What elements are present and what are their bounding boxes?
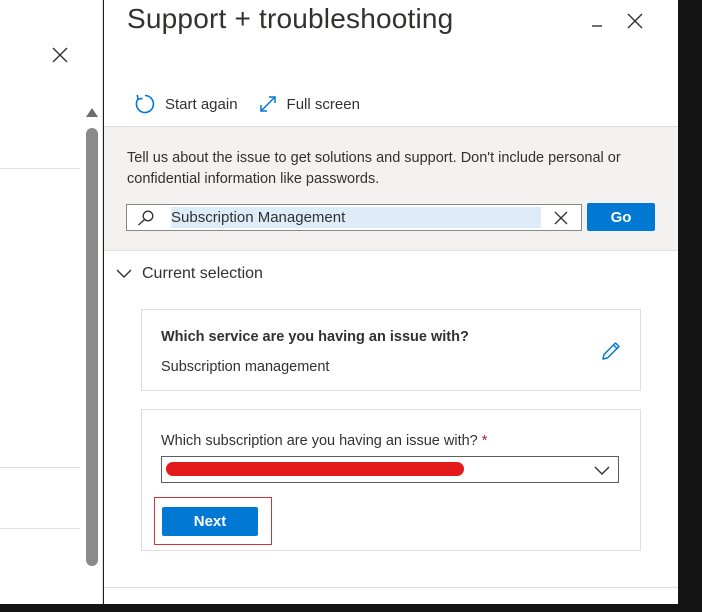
close-icon[interactable] <box>50 45 70 65</box>
toolbar: Start again Full screen <box>134 90 380 118</box>
support-panel: Support + troubleshooting Start again Fu… <box>104 0 678 604</box>
subscription-question-text: Which subscription are you having an iss… <box>161 433 478 449</box>
window-edge <box>0 604 702 612</box>
service-question: Which service are you having an issue wi… <box>161 329 469 345</box>
required-marker: * <box>481 433 488 449</box>
chevron-down-icon <box>116 269 132 278</box>
next-button[interactable]: Next <box>162 507 258 536</box>
start-again-button[interactable]: Start again <box>134 93 238 115</box>
full-screen-button[interactable]: Full screen <box>258 94 360 114</box>
section-title: Current selection <box>142 265 263 282</box>
full-screen-label: Full screen <box>286 95 360 113</box>
redaction-mark <box>166 462 464 476</box>
window-edge <box>678 0 702 612</box>
search-icon <box>138 210 154 226</box>
subscription-dropdown[interactable] <box>161 456 619 483</box>
edit-pencil-icon[interactable] <box>600 340 622 362</box>
service-card: Which service are you having an issue wi… <box>141 309 641 391</box>
current-selection-toggle[interactable]: Current selection <box>116 262 263 286</box>
subscription-card: Which subscription are you having an iss… <box>141 409 641 551</box>
divider <box>104 587 678 588</box>
panel-title: Support + troubleshooting <box>127 3 454 34</box>
service-answer: Subscription management <box>161 359 330 375</box>
subscription-question: Which subscription are you having an iss… <box>161 433 487 449</box>
expand-icon <box>259 96 276 112</box>
scroll-up-arrow[interactable] <box>86 108 98 117</box>
close-icon[interactable] <box>624 10 646 32</box>
search-input[interactable] <box>171 207 541 228</box>
refresh-icon <box>135 94 155 114</box>
scrollbar-thumb[interactable] <box>86 128 98 566</box>
divider <box>0 467 80 468</box>
clear-icon[interactable] <box>553 210 569 226</box>
search-section: Tell us about the issue to get solutions… <box>104 126 678 251</box>
divider <box>0 168 80 169</box>
go-button[interactable]: Go <box>587 203 655 231</box>
instructions-text: Tell us about the issue to get solutions… <box>127 150 621 187</box>
minimize-icon[interactable] <box>586 10 608 32</box>
divider <box>0 528 80 529</box>
chevron-down-icon <box>594 466 610 475</box>
start-again-label: Start again <box>165 95 238 113</box>
search-box[interactable] <box>126 204 582 231</box>
